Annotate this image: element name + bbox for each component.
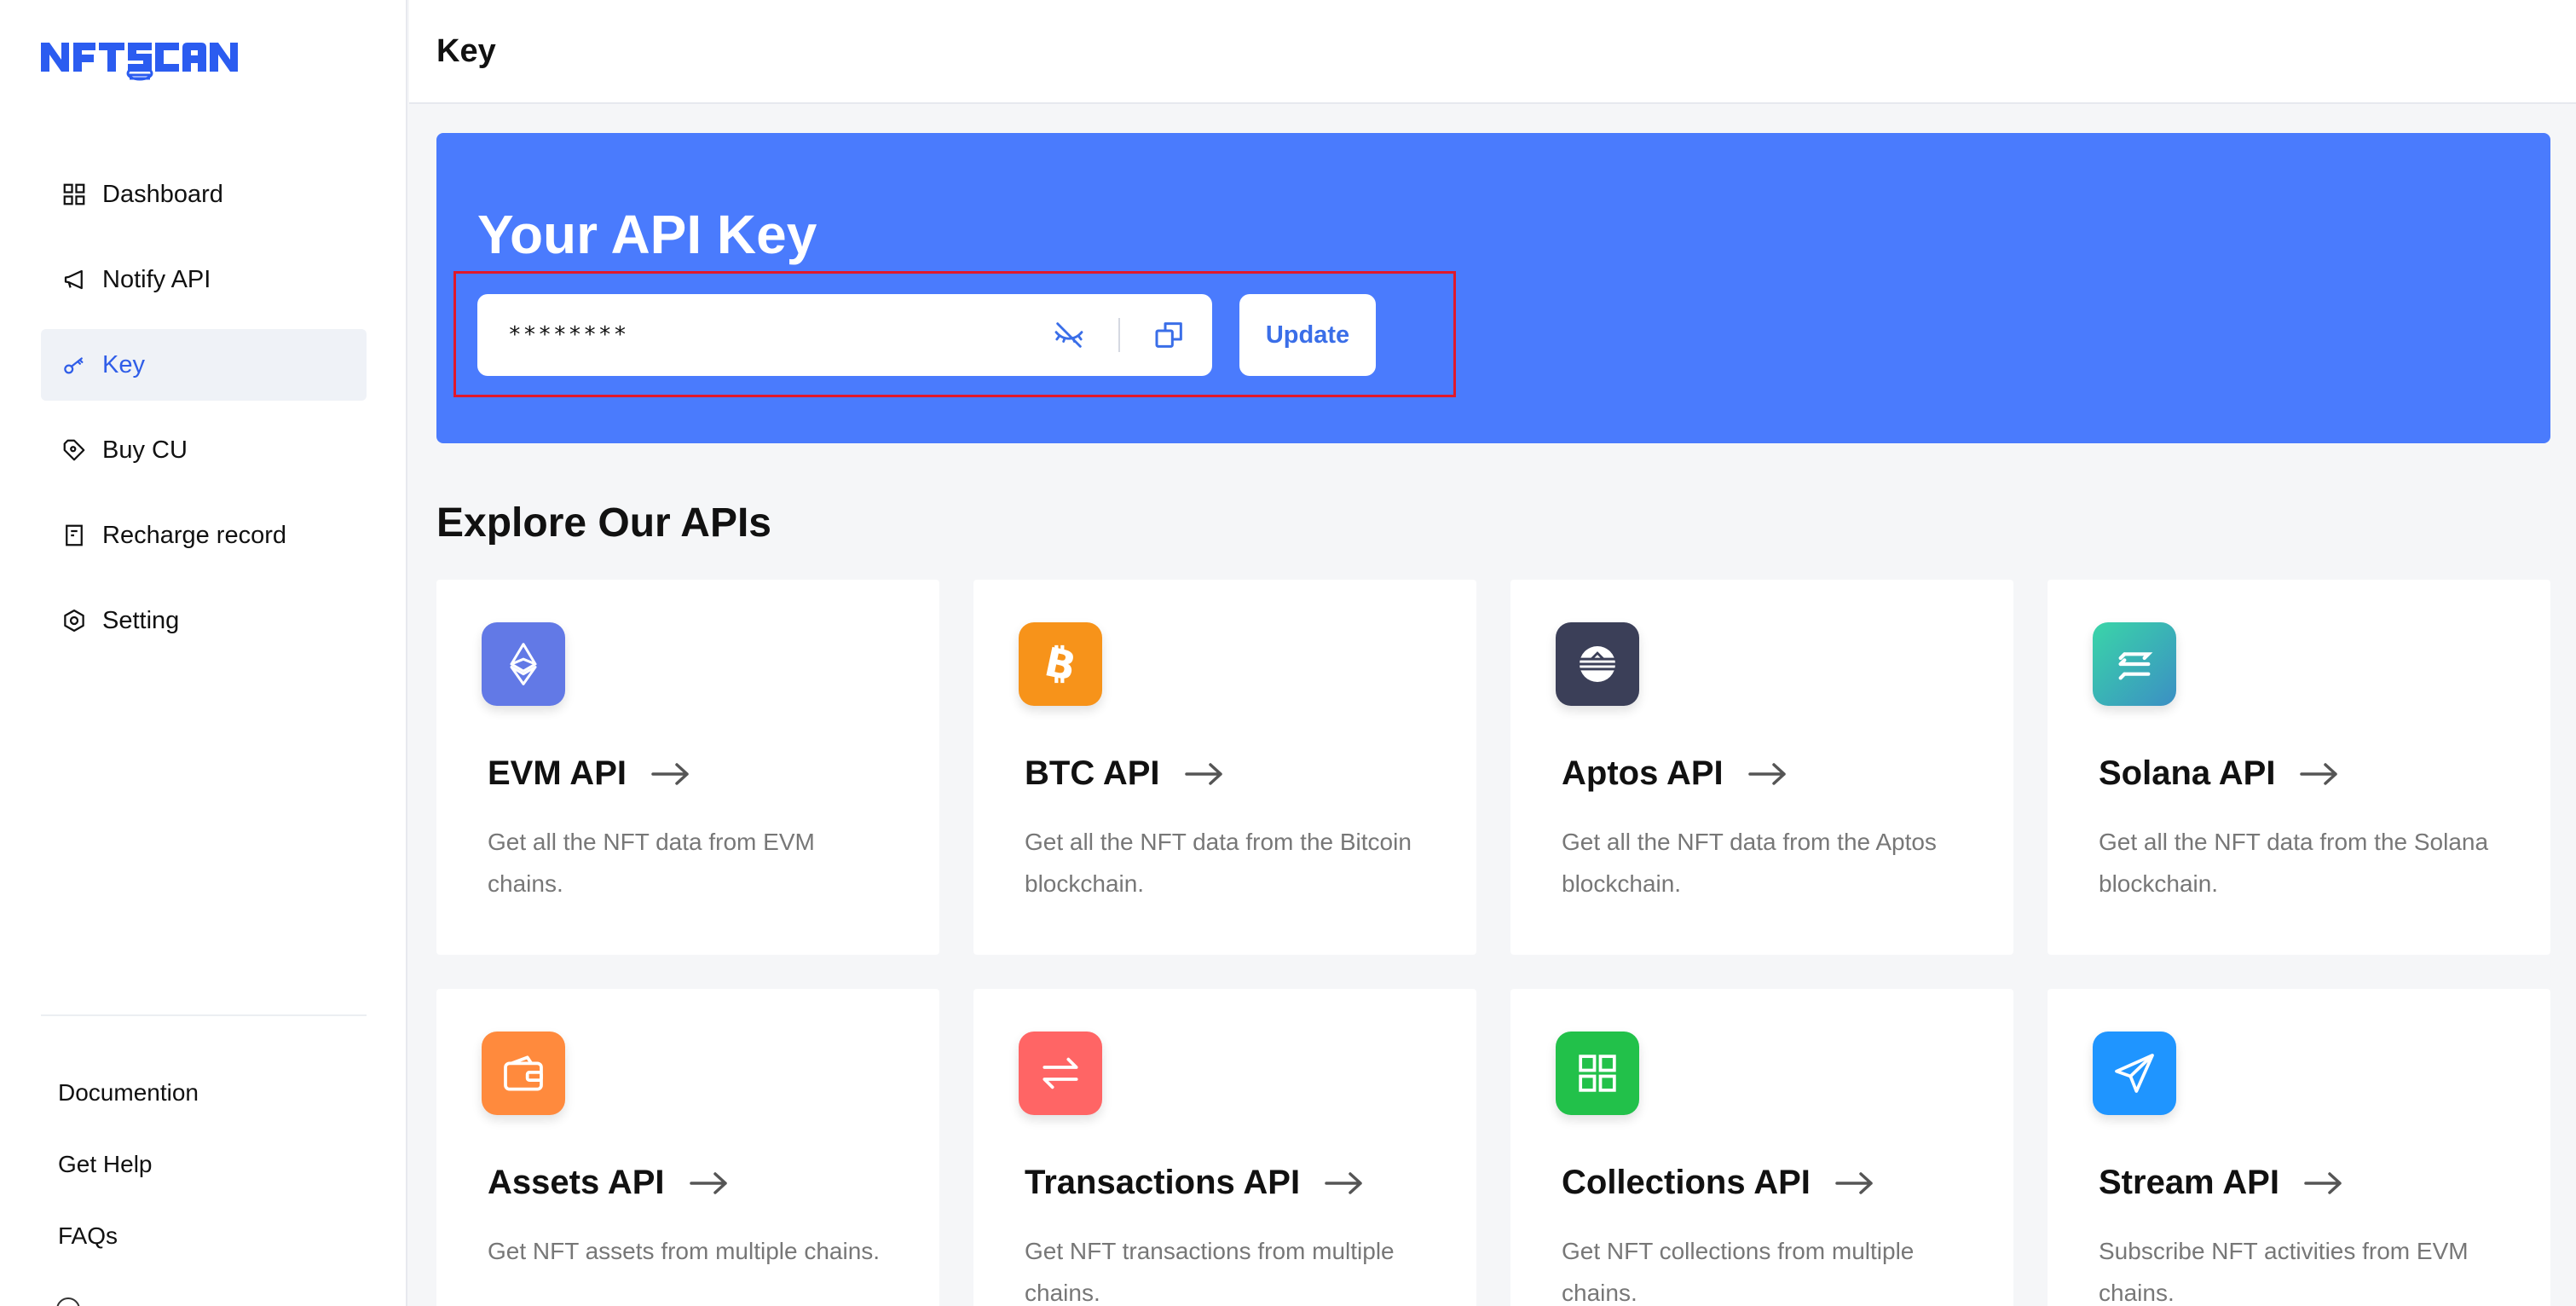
solana-icon: [2093, 622, 2176, 706]
card-title: EVM API: [488, 754, 691, 793]
svg-text:B: B: [1041, 640, 1080, 688]
sidebar-item-label: Recharge record: [102, 521, 286, 549]
arrow-right-icon: [1324, 1170, 1365, 1197]
document-icon: [60, 521, 89, 550]
card-description: Get all the NFT data from EVM chains.: [488, 829, 815, 897]
card-description: Get all the NFT data from the Bitcoin bl…: [1025, 829, 1412, 897]
arrow-right-icon: [2299, 760, 2340, 788]
card-description: Get NFT collections from multiple chains…: [1562, 1238, 1915, 1306]
sidebar-item-label: Notify API: [102, 265, 211, 293]
api-card-btc[interactable]: B BTC API Get all the NFT data from the …: [973, 580, 1476, 955]
sidebar-bottom-links: Documention Get Help FAQs: [58, 1076, 199, 1291]
api-cards-grid: EVM API Get all the NFT data from EVM ch…: [436, 580, 2550, 1306]
arrow-right-icon: [650, 760, 691, 788]
get-help-link[interactable]: Get Help: [58, 1147, 199, 1219]
arrow-right-icon: [2303, 1170, 2344, 1197]
megaphone-icon: [60, 265, 89, 294]
swap-icon: [1019, 1032, 1102, 1115]
api-card-collections[interactable]: Collections API Get NFT collections from…: [1510, 989, 2013, 1306]
page-header: Key: [409, 0, 2576, 104]
sidebar-item-label: Dashboard: [102, 180, 223, 208]
ethereum-icon: [482, 622, 565, 706]
api-card-transactions[interactable]: Transactions API Get NFT transactions fr…: [973, 989, 1476, 1306]
sidebar-item-label: Buy CU: [102, 436, 188, 464]
card-description: Subscribe NFT activities from EVM chains…: [2099, 1238, 2469, 1306]
card-title: Collections API: [1562, 1164, 1875, 1202]
card-title: Solana API: [2099, 754, 2340, 793]
separator: [1118, 318, 1120, 352]
api-card-evm[interactable]: EVM API Get all the NFT data from EVM ch…: [436, 580, 939, 955]
sidebar-item-label: Setting: [102, 606, 180, 634]
card-description: Get NFT transactions from multiple chain…: [1025, 1238, 1395, 1306]
card-title: Assets API: [488, 1164, 730, 1202]
api-key-title: Your API Key: [477, 204, 817, 265]
arrow-right-icon: [1184, 760, 1225, 788]
card-description: Get NFT assets from multiple chains.: [488, 1238, 881, 1264]
key-icon: [60, 350, 89, 379]
faqs-link[interactable]: FAQs: [58, 1219, 199, 1291]
user-avatar-icon[interactable]: [56, 1297, 80, 1306]
api-key-value: ********: [508, 322, 629, 348]
card-title: BTC API: [1025, 754, 1225, 793]
bitcoin-icon: B: [1019, 622, 1102, 706]
sidebar-nav: Dashboard Notify API Key Buy CU Recharge…: [41, 159, 367, 670]
sidebar-item-notify-api[interactable]: Notify API: [41, 244, 367, 315]
nftscan-logo[interactable]: [39, 31, 261, 84]
sidebar: Dashboard Notify API Key Buy CU Recharge…: [0, 0, 407, 1306]
api-card-assets[interactable]: Assets API Get NFT assets from multiple …: [436, 989, 939, 1306]
documentation-link[interactable]: Documention: [58, 1076, 199, 1147]
explore-heading: Explore Our APIs: [436, 500, 771, 546]
card-description: Get all the NFT data from the Aptos bloc…: [1562, 829, 1937, 897]
aptos-icon: [1556, 622, 1639, 706]
card-title: Stream API: [2099, 1164, 2344, 1202]
api-card-aptos[interactable]: Aptos API Get all the NFT data from the …: [1510, 580, 2013, 955]
api-card-stream[interactable]: Stream API Subscribe NFT activities from…: [2048, 989, 2550, 1306]
wallet-icon: [482, 1032, 565, 1115]
update-button[interactable]: Update: [1239, 294, 1376, 376]
card-title: Transactions API: [1025, 1164, 1365, 1202]
sidebar-item-buy-cu[interactable]: Buy CU: [41, 414, 367, 486]
sidebar-item-recharge-record[interactable]: Recharge record: [41, 500, 367, 571]
api-card-solana[interactable]: Solana API Get all the NFT data from the…: [2048, 580, 2550, 955]
copy-button[interactable]: [1144, 309, 1195, 361]
tag-icon: [60, 436, 89, 465]
arrow-right-icon: [689, 1170, 730, 1197]
arrow-right-icon: [1747, 760, 1788, 788]
sidebar-item-dashboard[interactable]: Dashboard: [41, 159, 367, 230]
arrow-right-icon: [1834, 1170, 1875, 1197]
paper-plane-icon: [2093, 1032, 2176, 1115]
api-key-field: ********: [477, 294, 1212, 376]
toggle-visibility-button[interactable]: [1043, 309, 1095, 361]
sidebar-item-setting[interactable]: Setting: [41, 585, 367, 656]
copy-icon: [1155, 322, 1182, 348]
sidebar-divider: [41, 1014, 367, 1016]
grid-icon: [60, 180, 89, 209]
card-title: Aptos API: [1562, 754, 1788, 793]
card-description: Get all the NFT data from the Solana blo…: [2099, 829, 2489, 897]
logo-mark: [41, 43, 238, 81]
api-key-panel: Your API Key ******** Update: [436, 133, 2550, 443]
eye-off-icon: [1054, 322, 1083, 348]
hexagon-settings-icon: [60, 606, 89, 635]
sidebar-item-label: Key: [102, 350, 145, 379]
grid-icon: [1556, 1032, 1639, 1115]
sidebar-item-key[interactable]: Key: [41, 329, 367, 401]
page-title: Key: [436, 32, 496, 69]
